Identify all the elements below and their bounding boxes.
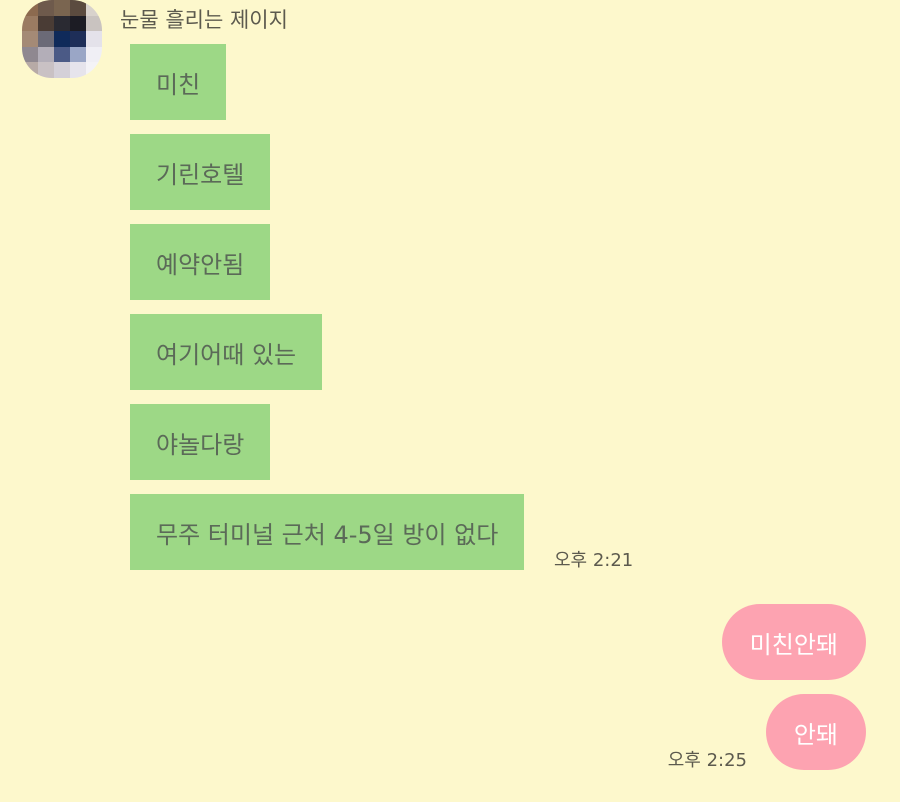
- incoming-timestamp: 오후 2:21: [554, 550, 634, 571]
- message-text: 여기어때 있는: [156, 340, 297, 369]
- message-text: 기린호텔: [156, 160, 245, 189]
- incoming-message-bubble[interactable]: 야놀다랑: [130, 404, 271, 480]
- message-text: 무주 터미널 근처 4-5일 방이 없다: [156, 520, 499, 549]
- incoming-message-bubble[interactable]: 무주 터미널 근처 4-5일 방이 없다: [130, 494, 525, 570]
- avatar[interactable]: [22, 0, 102, 78]
- sender-name: 눈물 흘리는 제이지: [120, 8, 288, 32]
- outgoing-message-bubble[interactable]: 안돼: [765, 694, 866, 770]
- message-text: 야놀다랑: [156, 430, 245, 459]
- outgoing-message-bubble[interactable]: 미친안돼: [721, 604, 866, 680]
- outgoing-timestamp: 오후 2:25: [667, 750, 747, 771]
- message-text: 미친안돼: [749, 630, 838, 659]
- message-text: 미친: [156, 70, 201, 99]
- incoming-message-bubble[interactable]: 미친: [130, 44, 227, 120]
- incoming-message-bubble[interactable]: 기린호텔: [130, 134, 271, 210]
- message-text: 예약안됨: [156, 250, 245, 279]
- incoming-message-bubble[interactable]: 여기어때 있는: [130, 314, 323, 390]
- message-text: 안돼: [793, 720, 838, 749]
- incoming-message-bubble[interactable]: 예약안됨: [130, 224, 271, 300]
